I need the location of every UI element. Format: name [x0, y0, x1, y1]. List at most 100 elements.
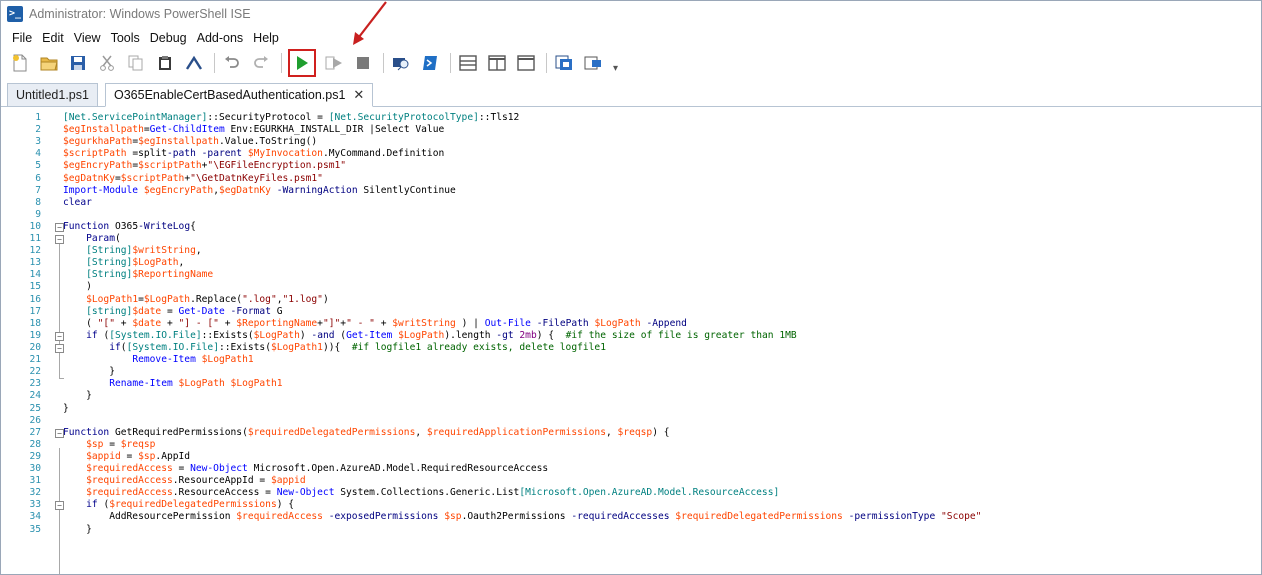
- code-line[interactable]: 5 $egEncryPath=$scriptPath+"\EGFileEncryp…: [1, 161, 1256, 172]
- code-line[interactable]: 13 [String]$LogPath,: [1, 257, 1256, 269]
- show-script-pane-right-icon[interactable]: [486, 52, 508, 74]
- window-title: Administrator: Windows PowerShell ISE: [29, 7, 251, 21]
- cut-icon[interactable]: [96, 52, 118, 74]
- run-selection-icon[interactable]: [323, 52, 345, 74]
- code-line[interactable]: 15 ): [1, 282, 1256, 293]
- tab-o365-enable-cert-based-auth[interactable]: O365EnableCertBasedAuthentication.ps1 ✕: [105, 83, 374, 107]
- code-line[interactable]: 22 }: [1, 366, 1256, 378]
- code-line[interactable]: 21 Remove-Item $LogPath1: [1, 354, 1256, 366]
- paste-icon[interactable]: [154, 52, 176, 74]
- line-number: 34: [29, 511, 41, 523]
- show-script-pane-max-icon[interactable]: [515, 52, 537, 74]
- code-line[interactable]: 33− if ($requiredDelegatedPermissions) {: [1, 500, 1256, 511]
- new-remote-tab-icon[interactable]: [390, 52, 412, 74]
- code-line[interactable]: 2 $egInstallpath=Get-ChildItem Env:EGURKH…: [1, 124, 1256, 136]
- code-text: [string]$date = Get-Date -Format G: [86, 305, 283, 317]
- code-line[interactable]: 12 [String]$writString,: [1, 245, 1256, 257]
- code-line[interactable]: 11− Param(: [1, 233, 1256, 245]
- code-text: $egurkhaPath=$egInstallpath.Value.ToStri…: [63, 136, 318, 148]
- code-line[interactable]: 1 [Net.ServicePointManager]::SecurityProt…: [1, 112, 1256, 124]
- toolbar-separator: [450, 53, 451, 73]
- close-icon[interactable]: ✕: [353, 87, 364, 103]
- code-line[interactable]: 4 $scriptPath =split-path -parent $MyInvo…: [1, 149, 1256, 160]
- code-line[interactable]: 34 AddResourcePermission $requiredAccess…: [1, 512, 1256, 523]
- line-number: 19: [29, 329, 41, 341]
- copy-icon[interactable]: [125, 52, 147, 74]
- menu-tools[interactable]: Tools: [106, 31, 145, 45]
- code-line[interactable]: 20− if([System.IO.File]::Exists($LogPath…: [1, 341, 1256, 354]
- code-line[interactable]: 14 [String]$ReportingName: [1, 270, 1256, 281]
- line-number: 32: [29, 487, 41, 499]
- code-text: $requiredAccess.ResourceAppId = $appid: [86, 475, 306, 487]
- menu-help[interactable]: Help: [248, 31, 284, 45]
- code-line[interactable]: 9: [1, 209, 1256, 221]
- code-line[interactable]: 26: [1, 415, 1256, 427]
- code-text: $appid = $sp.AppId: [86, 450, 191, 462]
- clear-console-icon[interactable]: [183, 52, 205, 74]
- line-number: 17: [29, 305, 41, 317]
- show-command-addon-icon[interactable]: [582, 52, 604, 74]
- line-number: 2: [35, 124, 41, 136]
- stop-icon[interactable]: [352, 52, 374, 74]
- code-line[interactable]: 27− Function GetRequiredPermissions($requ…: [1, 426, 1256, 439]
- menu-file[interactable]: File: [7, 31, 37, 45]
- line-number: 14: [29, 269, 41, 281]
- code-text: [String]$ReportingName: [86, 269, 214, 281]
- code-line[interactable]: 18 ( "[" + $date + "] - [" + $ReportingN…: [1, 317, 1256, 330]
- run-script-icon: [297, 56, 308, 70]
- code-text: if([System.IO.File]::Exists($LogPath1)){…: [109, 341, 606, 353]
- code-line[interactable]: 31 $requiredAccess.ResourceAppId = $appi…: [1, 475, 1256, 487]
- code-line[interactable]: 30 $requiredAccess = New-Object Microsof…: [1, 463, 1256, 475]
- code-line[interactable]: 19− if ([System.IO.File]::Exists($LogPat…: [1, 329, 1256, 342]
- code-text: $requiredAccess.ResourceAccess = New-Obj…: [86, 487, 780, 499]
- code-line[interactable]: 25}: [1, 403, 1256, 415]
- menu-view[interactable]: View: [69, 31, 106, 45]
- code-text: $scriptPath =split-path -parent $MyInvoc…: [63, 148, 445, 160]
- line-number: 22: [29, 366, 41, 378]
- start-powershell-icon[interactable]: [419, 52, 441, 74]
- code-text: }: [63, 366, 115, 378]
- code-line[interactable]: 23 Rename-Item $LogPath $LogPath1: [1, 379, 1256, 390]
- code-line[interactable]: 10− Function O365-WriteLog{: [1, 221, 1256, 233]
- undo-icon[interactable]: [221, 52, 243, 74]
- code-line[interactable]: 16 $LogPath1=$LogPath.Replace(".log","1.…: [1, 294, 1256, 306]
- code-line[interactable]: 32 $requiredAccess.ResourceAccess = New-…: [1, 487, 1256, 499]
- code-line[interactable]: 17 [string]$date = Get-Date -Format G: [1, 305, 1256, 318]
- menu-debug[interactable]: Debug: [145, 31, 192, 45]
- code-line[interactable]: 8 clear: [1, 197, 1256, 209]
- line-number: 3: [35, 136, 41, 148]
- code-text: }: [63, 523, 92, 535]
- annotation-arrow-icon: [353, 1, 387, 45]
- run-script-button[interactable]: [288, 49, 316, 77]
- script-editor[interactable]: 1 [Net.ServicePointManager]::SecurityProt…: [1, 108, 1261, 574]
- code-line[interactable]: 29 $appid = $sp.AppId: [1, 450, 1256, 463]
- save-icon[interactable]: [67, 52, 89, 74]
- line-number: 12: [29, 245, 41, 257]
- line-number: 23: [29, 378, 41, 390]
- code-line[interactable]: 6 $egDatnKy=$scriptPath+"\GetDatnKeyFiles…: [1, 173, 1256, 185]
- new-file-icon[interactable]: [9, 52, 31, 74]
- redo-icon[interactable]: [250, 52, 272, 74]
- line-number: 20: [29, 341, 41, 353]
- code-text: AddResourcePermission $requiredAccess -e…: [63, 511, 982, 523]
- line-number: 27: [29, 426, 41, 438]
- toolbar-overflow-icon[interactable]: ▾: [613, 63, 618, 74]
- line-number: 21: [29, 354, 41, 366]
- code-text: Import-Module $egEncryPath,$egDatnKy -Wa…: [63, 184, 456, 196]
- menu-edit[interactable]: Edit: [37, 31, 69, 45]
- code-line[interactable]: 28 $sp = $reqsp: [1, 439, 1256, 451]
- code-text: [String]$LogPath,: [86, 257, 185, 269]
- title-bar: >_ Administrator: Windows PowerShell ISE: [1, 1, 1261, 27]
- line-number: 31: [29, 475, 41, 487]
- code-line[interactable]: 3 $egurkhaPath=$egInstallpath.Value.ToStr…: [1, 136, 1256, 148]
- show-script-pane-top-icon[interactable]: [457, 52, 479, 74]
- code-line[interactable]: 7 Import-Module $egEncryPath,$egDatnKy -W…: [1, 184, 1256, 197]
- menu-add-ons[interactable]: Add-ons: [192, 31, 249, 45]
- code-text: }: [63, 390, 92, 402]
- tab-untitled1[interactable]: Untitled1.ps1: [7, 83, 98, 107]
- code-line[interactable]: 35 }: [1, 523, 1256, 536]
- open-folder-icon[interactable]: [38, 52, 60, 74]
- show-command-window-icon[interactable]: [553, 52, 575, 74]
- line-number: 18: [29, 317, 41, 329]
- code-line[interactable]: 24 }: [1, 391, 1256, 402]
